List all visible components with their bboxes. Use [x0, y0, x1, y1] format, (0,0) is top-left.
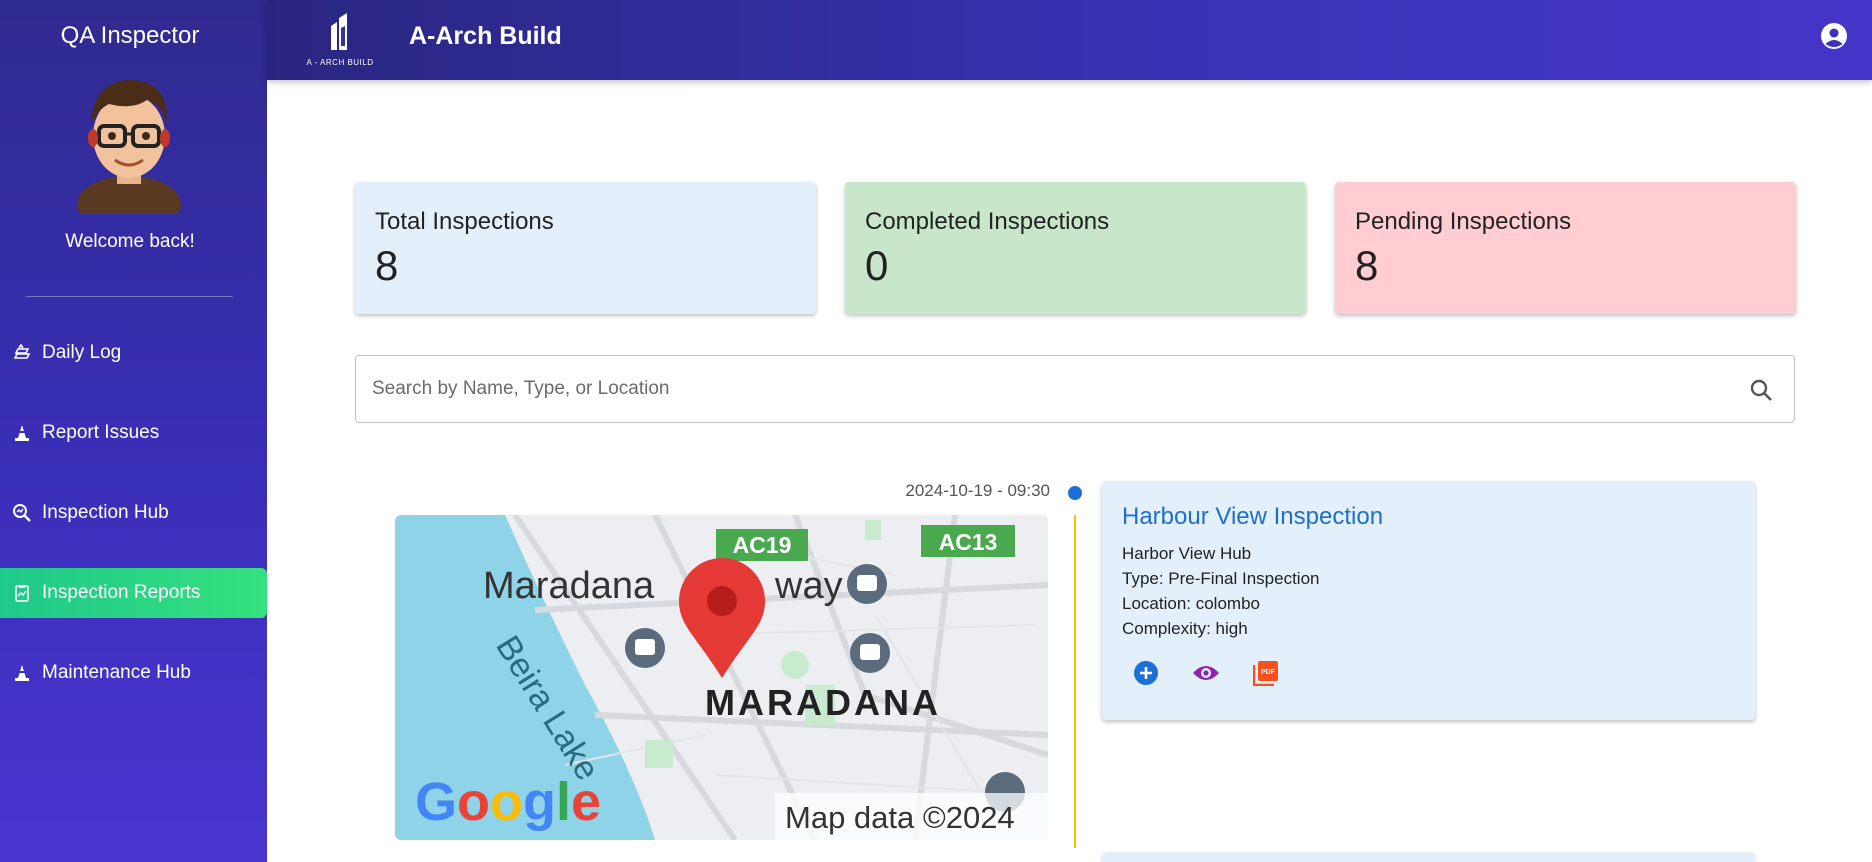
logo-text: A - ARCH BUILD	[306, 58, 374, 67]
google-logo: Google	[415, 772, 601, 832]
timeline-dot	[1068, 486, 1082, 500]
sidebar-item-label: Inspection Hub	[42, 502, 169, 523]
sidebar-role-title: QA Inspector	[60, 22, 200, 49]
inspection-complexity: Complexity: high	[1122, 619, 1248, 638]
pdf-icon[interactable]: PDF	[1252, 659, 1280, 687]
stat-value: 8	[375, 242, 399, 289]
stat-card-pending: Pending Inspections 8	[1335, 182, 1796, 314]
sidebar-divider	[26, 296, 233, 297]
sidebar-item-inspection-reports[interactable]: Inspection Reports	[0, 568, 267, 618]
ledger-icon	[12, 343, 32, 363]
cone-icon	[12, 663, 32, 683]
map-place-label: way	[774, 565, 843, 607]
search-input[interactable]	[372, 356, 1712, 422]
sidebar-item-daily-log[interactable]: Daily Log	[0, 328, 267, 378]
inspection-card: Harbour View Inspection Harbor View Hub …	[1102, 481, 1755, 720]
inspection-location: Location: colombo	[1122, 594, 1260, 613]
cone-icon	[12, 423, 32, 443]
inspection-project: Harbor View Hub	[1122, 544, 1252, 563]
app-header: A - ARCH BUILD A-Arch Build	[267, 0, 1872, 80]
map-place-label: MARADANA	[705, 682, 941, 723]
stat-label: Completed Inspections	[865, 208, 1110, 235]
sidebar-item-inspection-hub[interactable]: Inspection Hub	[0, 488, 267, 538]
stat-card-total: Total Inspections 8	[355, 182, 816, 314]
sidebar-item-label: Daily Log	[42, 342, 122, 363]
svg-text:PDF: PDF	[1261, 669, 1276, 676]
map-place-label: Maradana	[483, 565, 655, 607]
inspection-type: Type: Pre-Final Inspection	[1122, 569, 1320, 588]
stat-card-completed: Completed Inspections 0	[845, 182, 1306, 314]
stat-label: Total Inspections	[375, 208, 554, 235]
app-title: A-Arch Build	[409, 22, 562, 50]
sidebar-item-report-issues[interactable]: Report Issues	[0, 408, 267, 458]
inspection-card-next	[1102, 854, 1755, 862]
stat-value: 8	[1355, 242, 1379, 289]
view-icon[interactable]	[1192, 659, 1220, 687]
map-road-label: AC19	[733, 532, 792, 558]
inspection-title[interactable]: Harbour View Inspection	[1122, 503, 1735, 531]
add-icon[interactable]	[1132, 659, 1160, 687]
sidebar-item-label: Report Issues	[42, 422, 160, 443]
report-icon	[12, 583, 32, 603]
location-map[interactable]: AC19 AC13 Maradana way MARADANA Beira La…	[395, 515, 1048, 840]
timeline-timestamp: 2024-10-19 - 09:30	[905, 481, 1050, 500]
sidebar-item-label: Maintenance Hub	[42, 662, 191, 683]
map-copyright: Map data ©2024	[785, 800, 1015, 835]
timeline-connector	[1074, 515, 1076, 848]
sidebar-item-maintenance-hub[interactable]: Maintenance Hub	[0, 648, 267, 698]
search-document-icon	[12, 503, 32, 523]
sidebar: QA Inspector Welcome back! Daily Log Rep…	[0, 0, 267, 862]
brand-logo[interactable]: A - ARCH BUILD	[305, 10, 375, 70]
welcome-text: Welcome back!	[65, 231, 195, 252]
stat-label: Pending Inspections	[1355, 208, 1572, 235]
avatar	[73, 64, 185, 232]
account-icon[interactable]	[1820, 22, 1848, 50]
search-box	[355, 355, 1795, 423]
stat-value: 0	[865, 242, 889, 289]
inspection-actions: PDF	[1132, 659, 1280, 687]
map-road-label: AC13	[939, 529, 998, 555]
sidebar-item-label: Inspection Reports	[42, 582, 201, 603]
search-icon[interactable]	[1748, 377, 1774, 403]
